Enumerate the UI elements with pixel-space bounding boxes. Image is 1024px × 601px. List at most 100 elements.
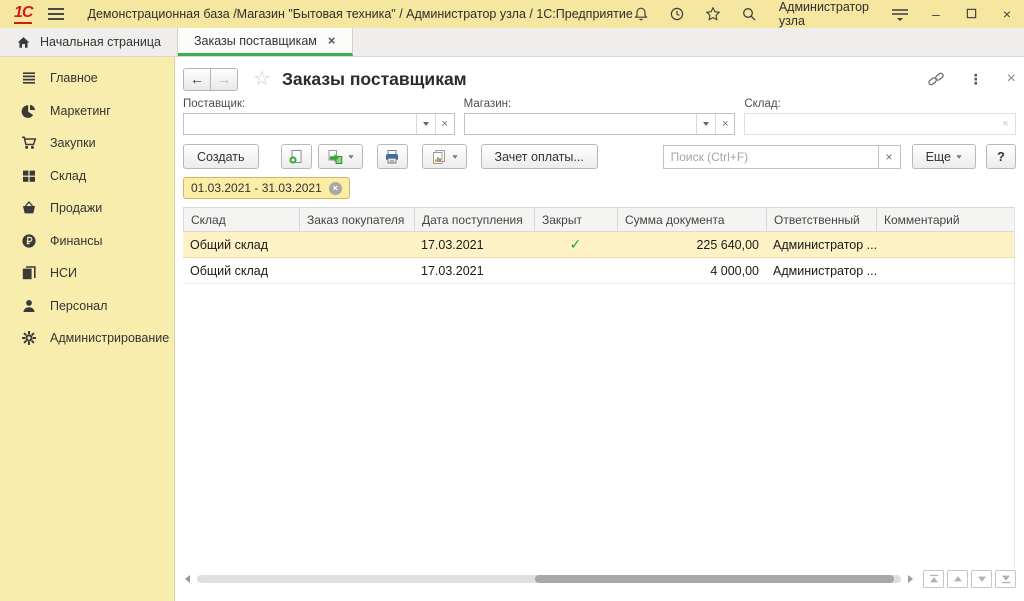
offset-payment-button[interactable]: Зачет оплаты... (481, 144, 598, 169)
more-actions-button[interactable]: Еще (912, 144, 976, 169)
sidebar-item-marketing[interactable]: Маркетинг (0, 95, 174, 128)
global-search-icon[interactable] (741, 6, 757, 22)
sidebar-item-warehouse[interactable]: Склад (0, 160, 174, 193)
horizontal-scrollbar[interactable] (197, 575, 901, 583)
row-up-button[interactable] (947, 570, 968, 588)
history-icon[interactable] (669, 6, 685, 22)
ruble-coin-icon (21, 233, 37, 249)
filter-store: Магазин: × (464, 98, 736, 135)
col-closed[interactable]: Закрыт (535, 208, 618, 231)
sidebar-item-administration[interactable]: Администрирование (0, 322, 174, 355)
col-customer-order[interactable]: Заказ покупателя (300, 208, 415, 231)
col-amount[interactable]: Сумма документа (618, 208, 767, 231)
dropdown-arrow-icon (452, 155, 457, 159)
filter-warehouse-field: × (744, 113, 1016, 135)
filter-warehouse-clear-icon[interactable]: × (996, 114, 1015, 134)
filter-warehouse: Склад: × (744, 98, 1016, 135)
shopping-cart-icon (21, 135, 37, 151)
sidebar-item-nsi[interactable]: НСИ (0, 257, 174, 290)
table-row[interactable]: Общий склад 17.03.2021 4 000,00 Админист… (183, 258, 1015, 284)
filter-store-input[interactable] (465, 114, 697, 134)
get-link-icon[interactable] (927, 70, 945, 88)
sidebar-item-finance[interactable]: Финансы (0, 225, 174, 258)
col-comment[interactable]: Комментарий (877, 208, 1014, 231)
form-supplier-orders: ← → ☆ Заказы поставщикам ⋮ × Поставщик: (175, 57, 1024, 601)
tab-supplier-orders[interactable]: Заказы поставщикам × (178, 28, 353, 56)
more-menu-icon[interactable]: ⋮ (969, 71, 983, 88)
tab-supplier-orders-label: Заказы поставщикам (194, 34, 317, 48)
1c-logo: 1С (14, 5, 32, 24)
tab-home[interactable]: Начальная страница (0, 28, 178, 56)
window-close-button[interactable]: × (1000, 7, 1014, 21)
notifications-bell-icon[interactable] (633, 6, 649, 22)
add-favorite-star-icon[interactable]: ☆ (253, 69, 271, 89)
section-sidebar: Главное Маркетинг Закупки Склад Продажи … (0, 57, 175, 601)
service-menu-icon[interactable] (891, 7, 909, 22)
table-footer (185, 570, 1016, 588)
filter-supplier-clear-icon[interactable]: × (435, 114, 454, 134)
period-filter-remove-icon[interactable]: × (329, 182, 342, 195)
sidebar-item-sales[interactable]: Продажи (0, 192, 174, 225)
tab-close-icon[interactable]: × (328, 33, 336, 48)
sidebar-item-personnel[interactable]: Персонал (0, 290, 174, 323)
person-icon (21, 298, 37, 314)
filter-store-field: × (464, 113, 736, 135)
window-minimize-button[interactable]: – (929, 7, 943, 21)
filter-store-dropdown-icon[interactable] (696, 114, 715, 134)
filter-store-label: Магазин: (464, 98, 736, 110)
filter-supplier-label: Поставщик: (183, 98, 455, 110)
favorites-star-icon[interactable] (705, 6, 721, 22)
search-field: × (663, 145, 901, 169)
orders-table: Склад Заказ покупателя Дата поступления … (183, 207, 1015, 284)
create-based-on-button[interactable] (318, 144, 363, 169)
sidebar-item-main[interactable]: Главное (0, 62, 174, 95)
period-filter-text: 01.03.2021 - 31.03.2021 (191, 181, 322, 195)
pie-chart-icon (21, 103, 37, 119)
filter-warehouse-label: Склад: (744, 98, 1016, 110)
filter-warehouse-input[interactable] (745, 114, 996, 134)
table-row[interactable]: Общий склад 17.03.2021 ✓ 225 640,00 Адми… (183, 232, 1015, 258)
go-last-row-button[interactable] (995, 570, 1016, 588)
filter-row: Поставщик: × Магазин: × (183, 98, 1016, 135)
print-button[interactable] (377, 144, 408, 169)
search-input[interactable] (664, 146, 878, 168)
main-menu-icon[interactable] (48, 5, 63, 23)
period-filter-tag[interactable]: 01.03.2021 - 31.03.2021 × (183, 177, 350, 199)
scroll-left-icon[interactable] (185, 575, 190, 583)
form-header: ← → ☆ Заказы поставщикам ⋮ × (183, 64, 1016, 94)
go-first-row-button[interactable] (923, 570, 944, 588)
title-bar: 1С Демонстрационная база /Магазин "Бытов… (0, 0, 1024, 28)
toolbar: Создать Зачет оплаты... (183, 144, 1016, 169)
dropdown-arrow-icon (956, 155, 961, 159)
search-clear-icon[interactable]: × (878, 146, 900, 168)
window-maximize-button[interactable] (963, 7, 980, 21)
reports-button[interactable] (422, 144, 467, 169)
window-title: Демонстрационная база /Магазин "Бытовая … (88, 7, 633, 21)
filter-supplier-dropdown-icon[interactable] (416, 114, 435, 134)
scrollbar-thumb[interactable] (535, 575, 894, 583)
table-header: Склад Заказ покупателя Дата поступления … (183, 207, 1015, 232)
col-warehouse[interactable]: Склад (184, 208, 300, 231)
nav-back-button[interactable]: ← (183, 68, 211, 91)
nav-forward-button[interactable]: → (210, 68, 238, 91)
filter-store-clear-icon[interactable]: × (715, 114, 734, 134)
col-responsible[interactable]: Ответственный (767, 208, 877, 231)
gear-icon (21, 330, 37, 346)
dropdown-arrow-icon (348, 155, 353, 159)
form-close-icon[interactable]: × (1007, 71, 1016, 87)
row-down-button[interactable] (971, 570, 992, 588)
filter-supplier: Поставщик: × (183, 98, 455, 135)
help-button[interactable]: ? (986, 144, 1016, 169)
create-copy-button[interactable] (281, 144, 312, 169)
create-button[interactable]: Создать (183, 144, 259, 169)
col-receipt-date[interactable]: Дата поступления (415, 208, 535, 231)
sidebar-item-purchases[interactable]: Закупки (0, 127, 174, 160)
tab-home-label: Начальная страница (40, 35, 161, 49)
current-user[interactable]: Администратор узла (779, 0, 869, 28)
app-window: 1С Демонстрационная база /Магазин "Бытов… (0, 0, 1024, 601)
filter-supplier-input[interactable] (184, 114, 416, 134)
printer-icon (384, 149, 400, 165)
closed-check-icon: ✓ (534, 232, 617, 257)
scroll-right-icon[interactable] (908, 575, 913, 583)
grid-blocks-icon (21, 168, 37, 184)
